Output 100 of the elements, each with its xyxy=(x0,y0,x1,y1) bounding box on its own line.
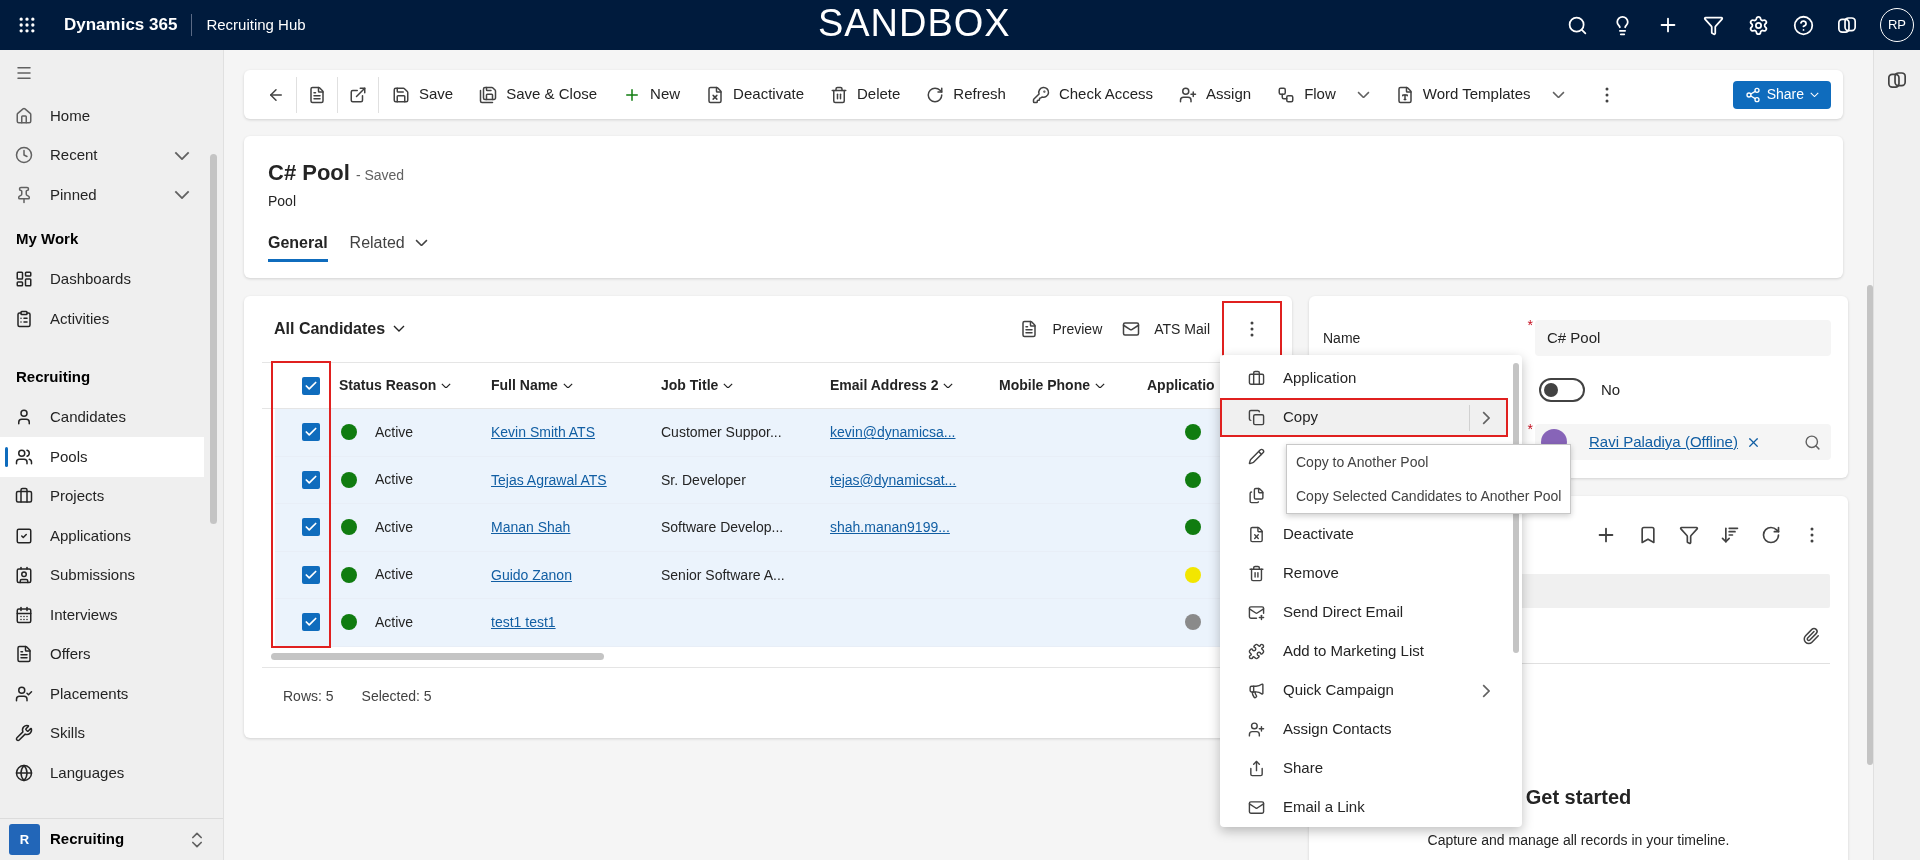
scrollbar[interactable] xyxy=(210,154,217,524)
column-header[interactable]: Status Reason xyxy=(337,375,489,396)
bookmark-icon[interactable] xyxy=(1638,525,1658,545)
menu-item[interactable]: Deactivate xyxy=(1220,515,1508,554)
command-button[interactable]: Assign xyxy=(1166,76,1265,113)
owner-link[interactable]: Ravi Paladiya (Offline) xyxy=(1589,430,1738,454)
checkbox[interactable] xyxy=(302,565,320,584)
nav-item[interactable]: Offers xyxy=(0,634,204,674)
nav-item[interactable]: Recent xyxy=(0,135,223,175)
name-link[interactable]: Kevin Smith ATS xyxy=(491,424,595,441)
document-x-icon xyxy=(1248,526,1265,543)
menu-icon[interactable] xyxy=(15,64,33,82)
menu-item[interactable]: Add to Marketing List xyxy=(1220,632,1508,671)
command-button[interactable]: Refresh xyxy=(913,76,1019,113)
nav-item[interactable]: Placements xyxy=(0,674,204,714)
name-link[interactable]: test1 test1 xyxy=(491,614,556,631)
column-header[interactable]: Job Title xyxy=(659,375,828,396)
area-badge: R xyxy=(9,824,40,855)
table-cell-text: Active xyxy=(375,470,414,490)
scrollbar[interactable] xyxy=(1867,285,1873,765)
table-row[interactable]: Active Guido Zanon Senior Software A... xyxy=(275,551,1221,599)
sort-icon[interactable] xyxy=(1720,525,1740,545)
command-button[interactable]: New xyxy=(610,76,694,113)
command-button[interactable]: Delete xyxy=(817,76,914,113)
filter-icon[interactable] xyxy=(1703,14,1724,36)
command-button[interactable]: Check Access xyxy=(1018,76,1167,113)
checkbox[interactable] xyxy=(302,613,320,632)
nav-item[interactable]: Dashboards xyxy=(0,259,204,299)
menu-item[interactable]: Assign Contacts xyxy=(1220,710,1508,749)
scrollbar[interactable] xyxy=(271,653,604,660)
name-link[interactable]: Manan Shah xyxy=(491,519,571,536)
lookup-field[interactable]: Ravi Paladiya (Offline) xyxy=(1535,424,1831,460)
command-button[interactable]: Flow xyxy=(1264,76,1383,113)
table-row[interactable]: Active Manan Shah Software Develop... shah.manan9199... xyxy=(275,504,1221,552)
name-field[interactable]: C# Pool xyxy=(1535,320,1831,356)
pencil-icon[interactable] xyxy=(1248,448,1265,465)
record-title: C# Pool xyxy=(268,159,350,187)
command-button[interactable]: Save xyxy=(379,76,467,113)
command-button[interactable]: Deactivate xyxy=(693,76,817,113)
copilot-icon[interactable] xyxy=(1838,17,1856,33)
trash-icon xyxy=(830,85,848,104)
app-name[interactable]: Dynamics 365 xyxy=(64,12,178,38)
trash-icon xyxy=(1248,565,1265,582)
nav-item[interactable]: Submissions xyxy=(0,555,204,595)
grid-action-button[interactable]: Preview xyxy=(1010,311,1113,347)
column-header[interactable]: Full Name xyxy=(489,375,659,396)
checkbox[interactable] xyxy=(302,423,320,442)
refresh-icon[interactable] xyxy=(1761,525,1781,545)
tab[interactable]: General xyxy=(268,226,328,262)
email-link[interactable]: kevin@dynamicsa... xyxy=(830,424,956,441)
menu-item[interactable]: Copy xyxy=(1220,398,1508,437)
chevron-down-icon xyxy=(441,382,452,389)
nav-item[interactable]: Languages xyxy=(0,753,204,793)
files-icon[interactable] xyxy=(1248,487,1265,504)
menu-item[interactable]: Email a Link xyxy=(1220,788,1508,827)
checkbox[interactable] xyxy=(302,470,320,489)
column-header[interactable]: Email Address 2 xyxy=(828,375,997,396)
email-link[interactable]: tejas@dynamicsat... xyxy=(830,471,957,488)
nav-item[interactable]: Activities xyxy=(0,299,204,339)
search-icon[interactable] xyxy=(1567,14,1588,36)
app-launcher-icon[interactable] xyxy=(17,15,37,35)
toggle-switch[interactable] xyxy=(1539,378,1585,402)
table-row[interactable]: Active Tejas Agrawal ATS Sr. Developer tejas@dynamicsat... xyxy=(275,456,1221,504)
table-row[interactable]: Active Kevin Smith ATS Customer Suppor... kevin@dynamicsa... xyxy=(275,409,1221,457)
name-link[interactable]: Guido Zanon xyxy=(491,566,572,583)
submenu-item[interactable]: Copy Selected Candidates to Another Pool xyxy=(1287,479,1571,513)
paperclip-icon[interactable] xyxy=(1802,626,1820,645)
row-count: Rows: 5 xyxy=(283,686,334,706)
menu-item[interactable]: Share xyxy=(1220,749,1508,788)
checkbox[interactable] xyxy=(302,518,320,537)
table-row[interactable]: Active test1 test1 xyxy=(275,599,1221,647)
nav-item[interactable]: Interviews xyxy=(0,595,204,635)
name-link[interactable]: Tejas Agrawal ATS xyxy=(491,471,607,488)
view-selector[interactable]: All Candidates xyxy=(274,317,406,341)
nav-item[interactable]: Home xyxy=(0,96,223,136)
menu-item[interactable]: Send Direct Email xyxy=(1220,593,1508,632)
menu-item[interactable]: Quick Campaign xyxy=(1220,671,1508,710)
nav-item[interactable]: Projects xyxy=(0,476,204,516)
column-header[interactable]: Mobile Phone xyxy=(997,375,1145,396)
nav-item[interactable]: Applications xyxy=(0,516,204,556)
command-button[interactable]: Word Templates xyxy=(1382,76,1578,113)
nav-item[interactable]: Pools xyxy=(0,437,204,477)
settings-icon[interactable] xyxy=(1748,14,1769,36)
menu-item[interactable]: Remove xyxy=(1220,554,1508,593)
share-button[interactable]: Share xyxy=(1732,80,1831,109)
filter-icon[interactable] xyxy=(1679,525,1699,545)
nav-item[interactable]: Candidates xyxy=(0,397,204,437)
tab[interactable]: Related xyxy=(349,226,428,262)
column-header[interactable]: Applicatio xyxy=(1145,375,1215,396)
checkbox[interactable] xyxy=(302,376,320,395)
nav-item[interactable]: Pinned xyxy=(0,175,223,215)
menu-item[interactable]: Application xyxy=(1220,359,1508,398)
command-button[interactable]: Save & Close xyxy=(466,76,611,113)
email-link[interactable]: shah.manan9199... xyxy=(830,519,950,536)
copilot-icon[interactable] xyxy=(1888,72,1906,88)
grid-action-button[interactable]: ATS Mail xyxy=(1112,311,1220,347)
area-name: Recruiting Hub xyxy=(206,14,306,35)
key-icon xyxy=(1031,85,1050,104)
help-icon[interactable] xyxy=(1793,14,1814,36)
nav-item[interactable]: Skills xyxy=(0,713,204,753)
